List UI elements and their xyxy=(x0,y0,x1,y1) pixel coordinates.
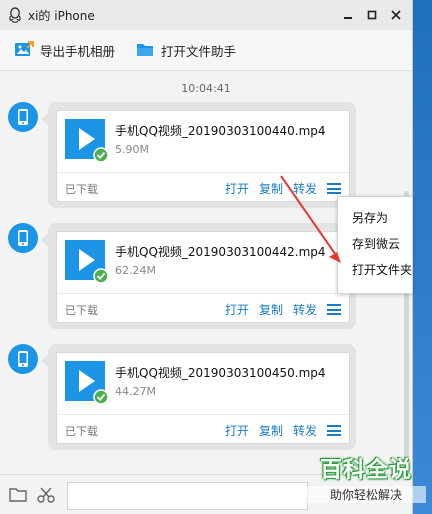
video-play-icon[interactable] xyxy=(65,361,109,405)
file-name: 手机QQ视频_20190303100442.mp4 xyxy=(115,245,326,259)
file-name: 手机QQ视频_20190303100450.mp4 xyxy=(115,366,326,380)
window-title: xi的 iPhone xyxy=(28,8,95,23)
card-divider xyxy=(57,293,349,294)
watermark-subtitle: 助你轻松解决 xyxy=(306,486,426,503)
forward-link[interactable]: 转发 xyxy=(293,422,317,439)
file-card[interactable]: 手机QQ视频_20190303100442.mp4 62.24M 已下载 打开 … xyxy=(56,231,350,323)
menu-item-open-folder[interactable]: 打开文件夹 xyxy=(338,257,412,283)
maximize-icon xyxy=(367,10,377,20)
copy-link[interactable]: 复制 xyxy=(259,422,283,439)
copy-link[interactable]: 复制 xyxy=(259,301,283,318)
chat-timestamp: 10:04:41 xyxy=(181,82,231,95)
avatar[interactable] xyxy=(8,102,38,132)
context-menu: 另存为 存到微云 打开文件夹 xyxy=(337,196,413,294)
open-link[interactable]: 打开 xyxy=(225,180,249,197)
folder-icon xyxy=(137,44,154,56)
message-bubble: 手机QQ视频_20190303100450.mp4 44.27M 已下载 打开 … xyxy=(41,344,356,450)
export-album-icon xyxy=(15,41,34,56)
video-play-icon[interactable] xyxy=(65,119,109,163)
download-status: 已下载 xyxy=(65,183,98,196)
export-album-label: 导出手机相册 xyxy=(40,43,116,59)
phone-icon xyxy=(18,230,28,246)
forward-link[interactable]: 转发 xyxy=(293,180,317,197)
menu-icon[interactable] xyxy=(327,425,341,436)
forward-link[interactable]: 转发 xyxy=(293,301,317,318)
menu-item-save-to-weiyun[interactable]: 存到微云 xyxy=(338,231,412,257)
close-button[interactable] xyxy=(386,6,406,24)
minimize-icon xyxy=(344,17,352,19)
maximize-button[interactable] xyxy=(362,6,382,24)
file-card[interactable]: 手机QQ视频_20190303100450.mp4 44.27M 已下载 打开 … xyxy=(56,352,350,444)
menu-icon[interactable] xyxy=(327,304,341,315)
message-bubble: 手机QQ视频_20190303100442.mp4 62.24M 已下载 打开 … xyxy=(41,223,356,329)
open-file-assistant-button[interactable]: 打开文件助手 xyxy=(135,41,236,60)
copy-link[interactable]: 复制 xyxy=(259,180,283,197)
close-icon xyxy=(391,10,401,20)
video-play-icon[interactable] xyxy=(65,240,109,284)
qq-penguin-icon xyxy=(9,7,21,23)
avatar[interactable] xyxy=(8,344,38,374)
file-size: 5.90M xyxy=(115,143,149,156)
title-bar[interactable]: xi的 iPhone xyxy=(0,0,412,30)
scissors-icon[interactable] xyxy=(36,486,56,504)
download-status: 已下载 xyxy=(65,304,98,317)
phone-icon xyxy=(18,351,28,367)
open-link[interactable]: 打开 xyxy=(225,422,249,439)
card-divider xyxy=(57,172,349,173)
file-size: 44.27M xyxy=(115,385,156,398)
export-album-button[interactable]: 导出手机相册 xyxy=(14,41,115,60)
phone-icon xyxy=(18,109,28,125)
message-bubble: 手机QQ视频_20190303100440.mp4 5.90M 已下载 打开 复… xyxy=(41,102,356,208)
open-link[interactable]: 打开 xyxy=(225,301,249,318)
toolbar: 导出手机相册 打开文件助手 xyxy=(0,30,412,71)
avatar[interactable] xyxy=(8,223,38,253)
menu-item-save-as[interactable]: 另存为 xyxy=(338,205,412,231)
card-divider xyxy=(57,414,349,415)
minimize-button[interactable] xyxy=(338,6,358,24)
file-name: 手机QQ视频_20190303100440.mp4 xyxy=(115,124,326,138)
file-size: 62.24M xyxy=(115,264,156,277)
menu-icon[interactable] xyxy=(327,183,341,194)
desktop-background xyxy=(413,0,432,514)
folder-icon[interactable] xyxy=(8,486,28,504)
file-card[interactable]: 手机QQ视频_20190303100440.mp4 5.90M 已下载 打开 复… xyxy=(56,110,350,202)
watermark: 百科全说 助你轻松解决 xyxy=(306,452,426,512)
open-file-assistant-label: 打开文件助手 xyxy=(161,43,237,59)
watermark-title: 百科全说 xyxy=(319,458,412,483)
message-input[interactable] xyxy=(67,482,308,510)
download-status: 已下载 xyxy=(65,425,98,438)
